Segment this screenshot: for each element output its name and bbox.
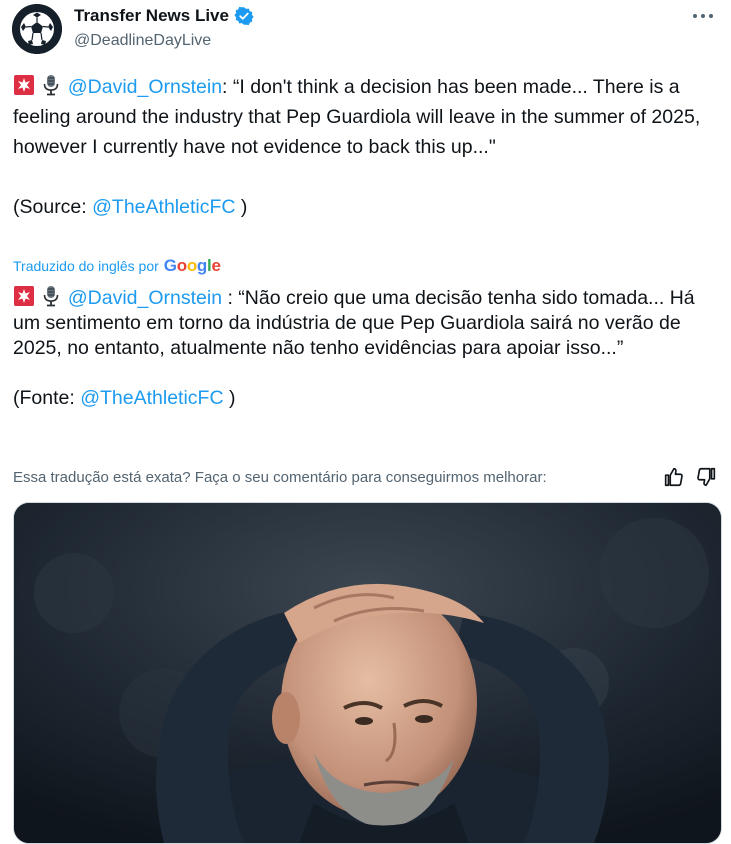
source-suffix: ) [235,196,248,218]
microphone-icon [44,75,59,96]
translation-feedback: Essa tradução está exata? Faça o seu com… [13,466,718,488]
source-link[interactable]: @TheAthleticFC [92,196,235,218]
translated-by[interactable]: Traduzido do inglês por Google [13,256,221,276]
avatar[interactable] [12,4,62,54]
translated-text: @David_Ornstein : “Não creio que uma dec… [13,285,713,411]
verified-badge-icon [234,6,254,26]
source-link[interactable]: @TheAthleticFC [80,387,223,409]
mention-link[interactable]: @David_Ornstein [68,287,222,309]
source-prefix: (Fonte: [13,387,81,409]
more-options-icon[interactable] [691,6,715,26]
source-suffix: ) [223,387,236,409]
tweet-media-image[interactable] [13,502,722,844]
microphone-icon [44,286,59,307]
thumbs-down-icon[interactable] [696,466,718,488]
tweet-header: Transfer News Live @DeadlineDayLive [12,0,719,60]
tweet-text: @David_Ornstein: “I don't think a decisi… [13,72,713,222]
siren-icon [14,286,34,306]
soccer-ball-icon [12,4,62,54]
feedback-question: Essa tradução está exata? Faça o seu com… [13,468,547,486]
translated-by-label: Traduzido do inglês por [13,258,159,274]
author-handle[interactable]: @DeadlineDayLive [74,32,211,50]
mention-link[interactable]: @David_Ornstein [68,76,222,98]
google-logo: Google [163,256,221,275]
source-prefix: (Source: [13,196,93,218]
photo-coach-hands-on-head [14,503,721,843]
author-name[interactable]: Transfer News Live [74,6,229,26]
thumbs-up-icon[interactable] [662,466,684,488]
siren-icon [14,75,34,95]
